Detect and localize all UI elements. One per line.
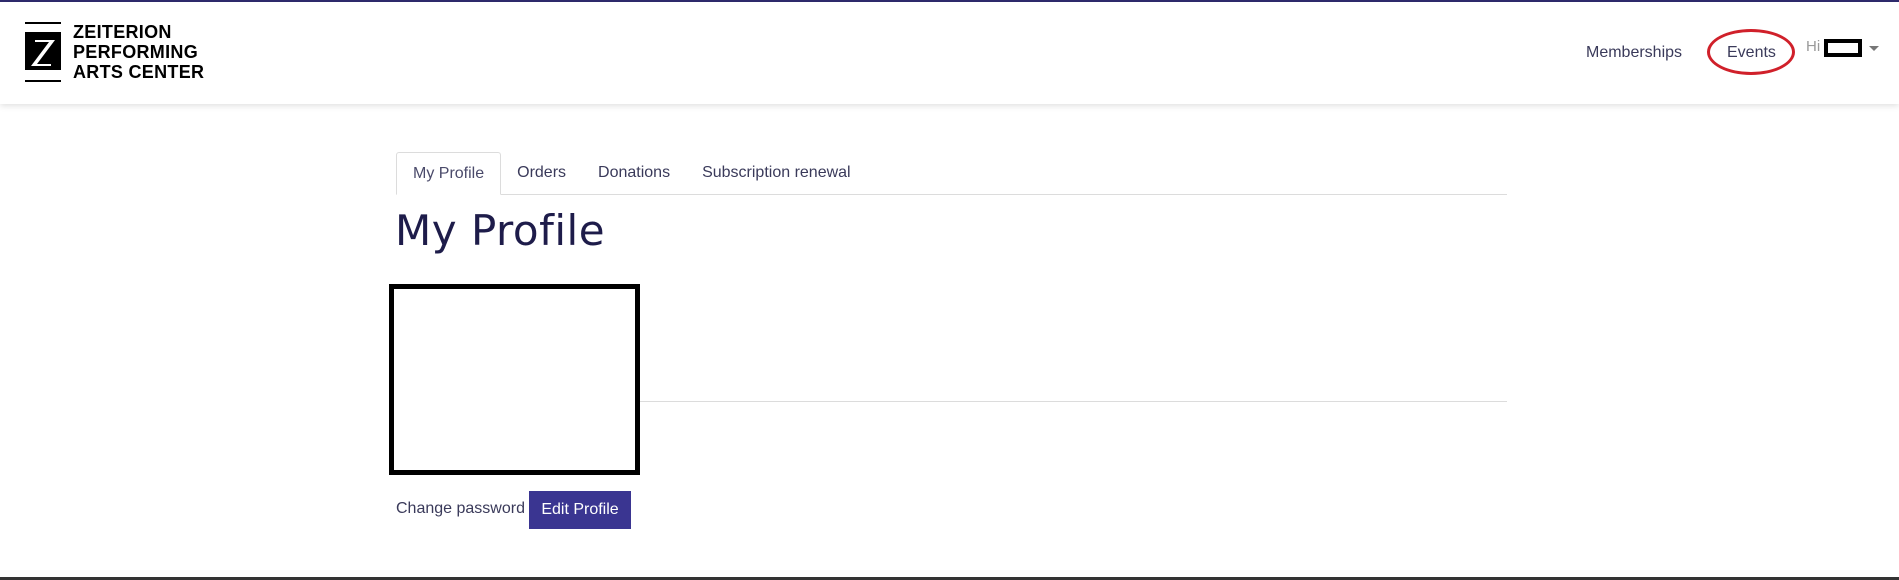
- tab-subscription-renewal[interactable]: Subscription renewal: [686, 152, 867, 193]
- edit-profile-button[interactable]: Edit Profile: [529, 491, 631, 529]
- redacted-profile-box: [389, 284, 640, 475]
- site-header: ZEITERION PERFORMING ARTS CENTER Members…: [0, 2, 1899, 104]
- events-highlight-circle: [1707, 29, 1795, 75]
- tab-my-profile[interactable]: My Profile: [396, 152, 502, 195]
- nav-memberships[interactable]: Memberships: [1586, 44, 1682, 62]
- redacted-username[interactable]: [1824, 39, 1862, 57]
- section-divider: [640, 401, 1507, 402]
- logo-line-1: ZEITERION: [73, 22, 172, 42]
- z-logo-icon: [25, 22, 61, 82]
- logo-line-2: PERFORMING: [73, 42, 199, 62]
- change-password-link[interactable]: Change password: [396, 500, 525, 518]
- user-greeting: Hi: [1806, 38, 1821, 55]
- logo-wordmark: ZEITERION PERFORMING ARTS CENTER: [73, 22, 204, 82]
- profile-tabs: My Profile Orders Donations Subscription…: [396, 152, 1507, 195]
- site-logo[interactable]: ZEITERION PERFORMING ARTS CENTER: [25, 22, 204, 82]
- tab-donations[interactable]: Donations: [582, 152, 686, 193]
- page: ZEITERION PERFORMING ARTS CENTER Members…: [0, 0, 1899, 580]
- caret-down-icon[interactable]: [1869, 46, 1879, 51]
- page-title: My Profile: [395, 206, 606, 255]
- logo-line-3: ARTS CENTER: [73, 62, 205, 82]
- tab-orders[interactable]: Orders: [501, 152, 582, 193]
